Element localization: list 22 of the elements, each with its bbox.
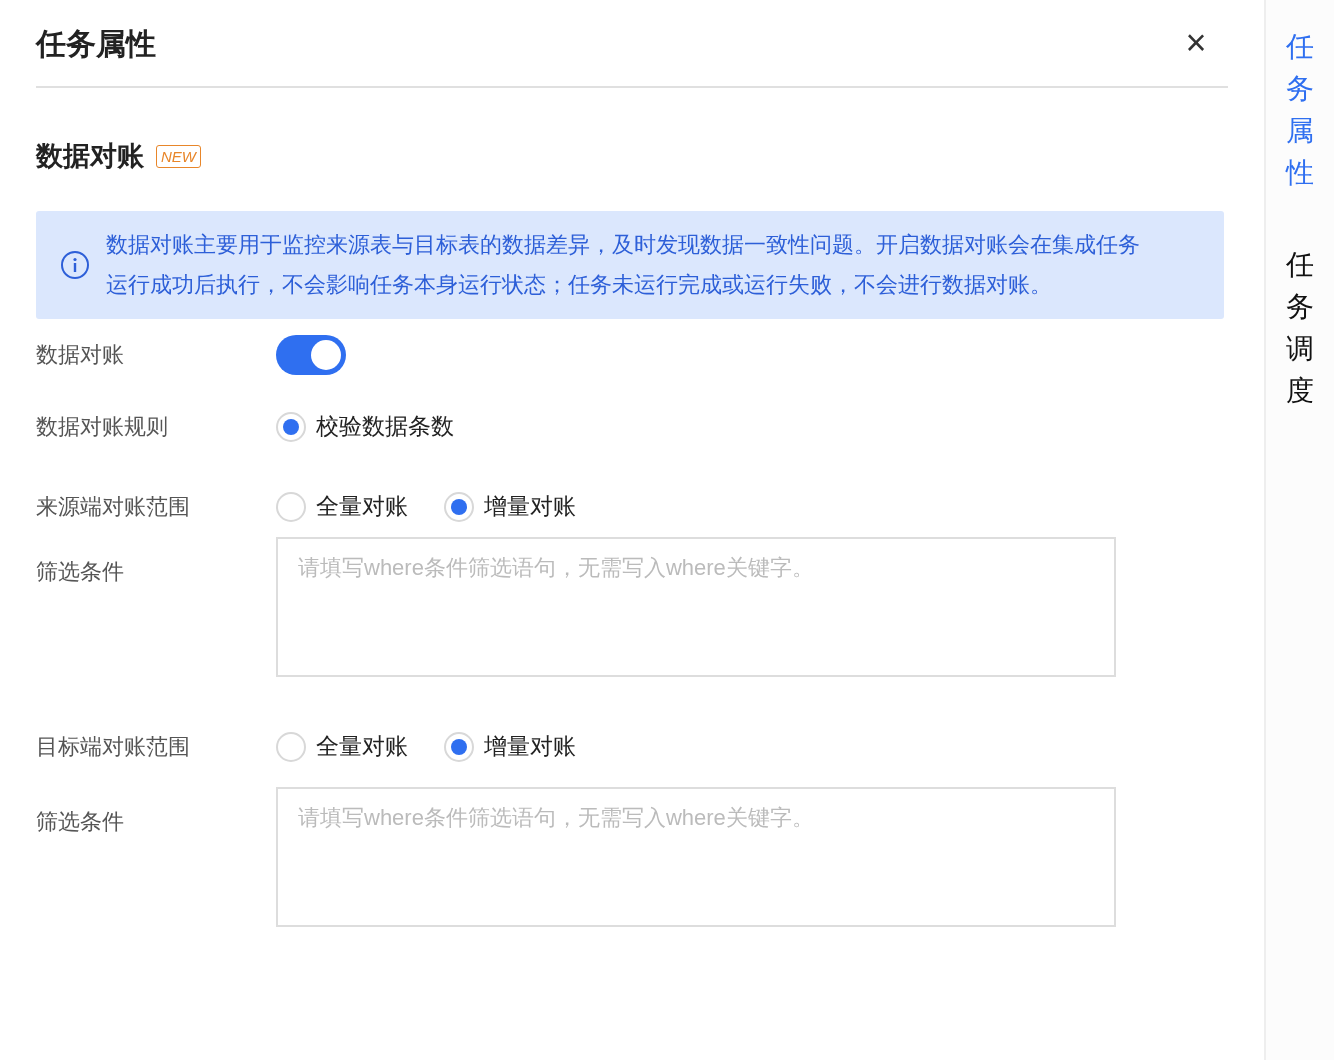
- section-title: 数据对账: [36, 140, 144, 173]
- toggle-switch[interactable]: [276, 334, 346, 375]
- side-tab[interactable]: 任务属性: [1286, 26, 1314, 194]
- radio-option[interactable]: 增量对账: [444, 729, 576, 764]
- radio-option[interactable]: 全量对账: [276, 489, 408, 524]
- radio-option[interactable]: 增量对账: [444, 489, 576, 524]
- field-label: 筛选条件: [36, 557, 125, 586]
- new-badge: NEW: [156, 144, 201, 168]
- panel-title: 任务属性: [36, 25, 156, 62]
- field-label: 数据对账: [36, 341, 125, 369]
- radio-option[interactable]: 校验数据条数: [276, 409, 454, 444]
- info-icon: [60, 249, 90, 280]
- field-label: 来源端对账范围: [36, 493, 191, 521]
- side-tab[interactable]: 任务调度: [1286, 244, 1314, 412]
- filter-input[interactable]: 请填写where条件筛选语句，无需写入where关键字。: [276, 786, 1116, 927]
- field-label: 数据对账规则: [36, 413, 169, 441]
- field-label: 筛选条件: [36, 807, 125, 836]
- close-button[interactable]: ×: [1180, 25, 1212, 61]
- filter-input[interactable]: 请填写where条件筛选语句，无需写入where关键字。: [276, 536, 1116, 677]
- field-label: 目标端对账范围: [36, 733, 191, 761]
- info-text: 数据对账主要用于监控来源表与目标表的数据差异，及时发现数据一致性问题。开启数据对账会在集成任务运行成功后执行，不会影响任务本身运行状态；任务未运行完成或运行失败，不会进行数据对账。: [106, 230, 1141, 299]
- radio-option[interactable]: 全量对账: [276, 729, 408, 764]
